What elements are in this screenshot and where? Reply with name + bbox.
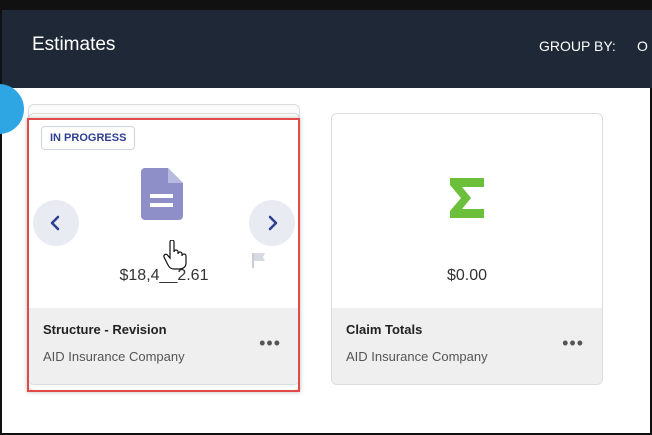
next-button[interactable] <box>249 200 295 246</box>
company-name: AID Insurance Company <box>346 349 488 364</box>
estimate-name: Claim Totals <box>346 322 423 337</box>
more-options-button[interactable]: ••• <box>562 334 584 352</box>
hand-cursor-icon <box>163 240 187 270</box>
side-panel-toggle[interactable] <box>0 84 24 134</box>
status-badge: IN PROGRESS <box>41 126 136 150</box>
top-bar: Estimates GROUP BY: O <box>2 0 652 88</box>
company-name: AID Insurance Company <box>43 349 185 364</box>
estimate-card-claim-totals[interactable]: $0.00 Claim Totals AID Insurance Company… <box>331 113 603 385</box>
document-icon <box>141 168 183 220</box>
group-by-dropdown[interactable]: O <box>637 38 648 54</box>
estimate-card-structure-revision[interactable]: IN PROGRESS $18,4__2.61 Structure - Revi… <box>28 113 300 385</box>
chevron-right-icon <box>268 215 278 231</box>
more-options-button[interactable]: ••• <box>259 334 281 352</box>
card-footer: Structure - Revision AID Insurance Compa… <box>29 308 299 384</box>
group-by-label: GROUP BY: <box>539 38 616 54</box>
estimate-amount: $0.00 <box>446 267 488 284</box>
page-title: Estimates <box>32 34 116 55</box>
previous-button[interactable] <box>33 200 79 246</box>
sigma-icon <box>450 178 484 218</box>
flag-icon[interactable] <box>251 252 267 268</box>
card-footer: Claim Totals AID Insurance Company ••• <box>332 308 602 384</box>
estimate-name: Structure - Revision <box>43 322 167 337</box>
chevron-left-icon <box>50 215 60 231</box>
